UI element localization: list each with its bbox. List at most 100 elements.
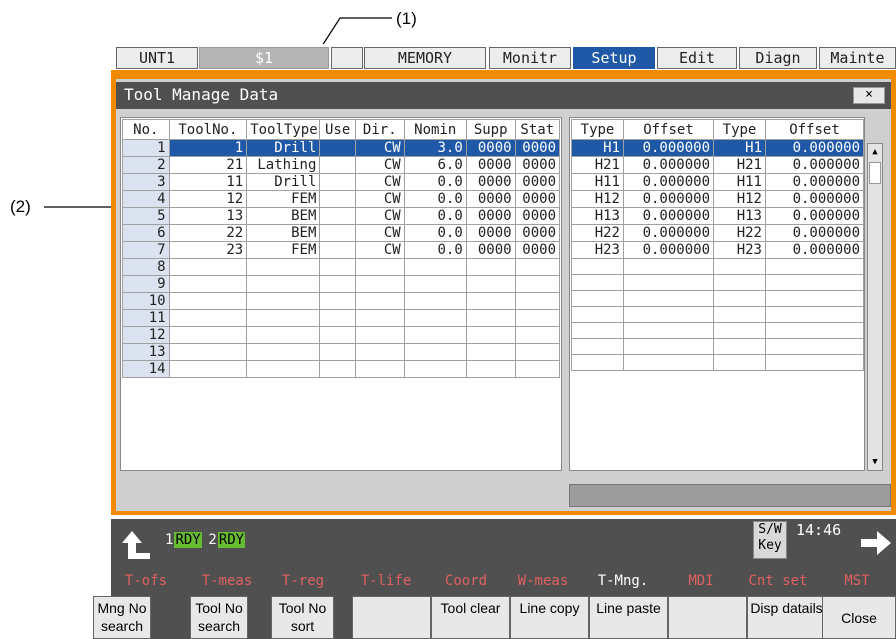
tab-mainte[interactable]: Mainte: [819, 47, 896, 69]
tool-cell[interactable]: [246, 275, 321, 293]
offset-cell[interactable]: [765, 258, 864, 275]
tool-cell[interactable]: 6: [122, 224, 170, 242]
tool-no-sort-button[interactable]: Tool No sort: [271, 596, 334, 639]
tool-cell[interactable]: Drill: [246, 139, 321, 157]
offset-row[interactable]: H23 0.000000 H23 0.000000: [571, 241, 864, 259]
offset-row[interactable]: H12 0.000000 H12 0.000000: [571, 190, 864, 208]
tool-cell[interactable]: 10: [122, 292, 170, 310]
tool-cell[interactable]: [514, 275, 561, 293]
tool-clear-button[interactable]: Tool clear: [431, 596, 510, 639]
tool-cell[interactable]: 23: [168, 241, 248, 259]
tool-cell[interactable]: [319, 173, 356, 191]
offset-cell[interactable]: H13: [571, 207, 624, 225]
tool-cell[interactable]: CW: [354, 241, 405, 259]
offset-cell[interactable]: [571, 354, 624, 371]
input-field[interactable]: [569, 484, 891, 507]
offset-cell[interactable]: H23: [713, 241, 766, 259]
offset-cell[interactable]: [765, 274, 864, 291]
offset-cell[interactable]: [571, 306, 624, 323]
tool-cell[interactable]: [465, 258, 516, 276]
tool-cell[interactable]: [465, 326, 516, 344]
scroll-up-icon[interactable]: ▲: [870, 146, 880, 158]
tool-cell[interactable]: [465, 275, 516, 293]
up-arrow-icon[interactable]: [118, 527, 154, 561]
tool-row[interactable]: 8: [122, 258, 561, 276]
tool-cell[interactable]: [354, 292, 405, 310]
offset-cell[interactable]: [623, 274, 714, 291]
offset-cell[interactable]: 0.000000: [623, 190, 714, 208]
offset-cell[interactable]: [623, 290, 714, 307]
offset-cell[interactable]: 0.000000: [623, 224, 714, 242]
tool-cell[interactable]: [246, 360, 321, 378]
tool-cell[interactable]: [246, 326, 321, 344]
scroll-down-icon[interactable]: ▼: [870, 456, 880, 468]
tool-cell[interactable]: [168, 292, 248, 310]
tool-cell[interactable]: [246, 309, 321, 327]
offset-row[interactable]: H1 0.000000 H1 0.000000: [571, 139, 864, 157]
tool-cell[interactable]: CW: [354, 224, 405, 242]
tool-row[interactable]: 11: [122, 309, 561, 327]
tool-cell[interactable]: [354, 326, 405, 344]
tool-cell[interactable]: [319, 258, 356, 276]
tool-cell[interactable]: 22: [168, 224, 248, 242]
tool-cell[interactable]: [465, 292, 516, 310]
tool-row[interactable]: 1 1 Drill CW 3.0 0000 0000: [122, 139, 561, 157]
offset-row[interactable]: [571, 338, 864, 355]
offset-cell[interactable]: [765, 306, 864, 323]
offset-cell[interactable]: H12: [713, 190, 766, 208]
tool-cell[interactable]: [354, 360, 405, 378]
tool-cell[interactable]: 0000: [465, 190, 516, 208]
tool-cell[interactable]: 14: [122, 360, 170, 378]
close-button[interactable]: Close: [822, 596, 896, 639]
tool-cell[interactable]: 6.0: [403, 156, 467, 174]
tool-cell[interactable]: [354, 258, 405, 276]
tool-cell[interactable]: 0.0: [403, 207, 467, 225]
offset-cell[interactable]: 0.000000: [765, 139, 864, 157]
offset-cell[interactable]: [623, 354, 714, 371]
tool-cell[interactable]: [319, 224, 356, 242]
offset-cell[interactable]: [765, 290, 864, 307]
offset-cell[interactable]: [571, 338, 624, 355]
tool-cell[interactable]: [168, 326, 248, 344]
tool-cell[interactable]: 13: [168, 207, 248, 225]
offset-cell[interactable]: 0.000000: [623, 156, 714, 174]
tool-cell[interactable]: CW: [354, 139, 405, 157]
tool-cell[interactable]: 5: [122, 207, 170, 225]
offset-cell[interactable]: 0.000000: [765, 207, 864, 225]
tool-cell[interactable]: CW: [354, 156, 405, 174]
tool-cell[interactable]: [319, 292, 356, 310]
offset-cell[interactable]: [713, 338, 766, 355]
tool-cell[interactable]: CW: [354, 173, 405, 191]
tool-cell[interactable]: 8: [122, 258, 170, 276]
offset-cell[interactable]: H22: [713, 224, 766, 242]
offset-row[interactable]: H13 0.000000 H13 0.000000: [571, 207, 864, 225]
offset-cell[interactable]: [623, 306, 714, 323]
offset-cell[interactable]: [765, 354, 864, 371]
tool-cell[interactable]: 11: [168, 173, 248, 191]
tool-cell[interactable]: [465, 309, 516, 327]
tool-row[interactable]: 13: [122, 343, 561, 361]
tool-cell[interactable]: 0000: [514, 241, 561, 259]
offset-cell[interactable]: 0.000000: [765, 156, 864, 174]
tool-cell[interactable]: BEM: [246, 224, 321, 242]
line-copy-button[interactable]: Line copy: [510, 596, 589, 639]
right-arrow-icon[interactable]: [859, 527, 895, 561]
tool-cell[interactable]: 0000: [514, 139, 561, 157]
tool-cell[interactable]: 0000: [465, 173, 516, 191]
offset-row[interactable]: [571, 258, 864, 275]
tool-cell[interactable]: [465, 360, 516, 378]
tool-cell[interactable]: [403, 258, 467, 276]
offset-cell[interactable]: 0.000000: [623, 173, 714, 191]
tool-cell[interactable]: [403, 292, 467, 310]
tool-cell[interactable]: 12: [168, 190, 248, 208]
sw-key-button[interactable]: S/W Key: [753, 521, 787, 559]
close-icon[interactable]: ×: [853, 87, 885, 104]
tool-cell[interactable]: CW: [354, 190, 405, 208]
tool-cell[interactable]: [319, 139, 356, 157]
tool-no-search-button[interactable]: Tool No search: [190, 596, 248, 639]
tool-cell[interactable]: [403, 326, 467, 344]
tool-row[interactable]: 5 13 BEM CW 0.0 0000 0000: [122, 207, 561, 225]
tab-edit[interactable]: Edit: [657, 47, 737, 69]
offset-row[interactable]: [571, 354, 864, 371]
offset-cell[interactable]: 0.000000: [623, 241, 714, 259]
